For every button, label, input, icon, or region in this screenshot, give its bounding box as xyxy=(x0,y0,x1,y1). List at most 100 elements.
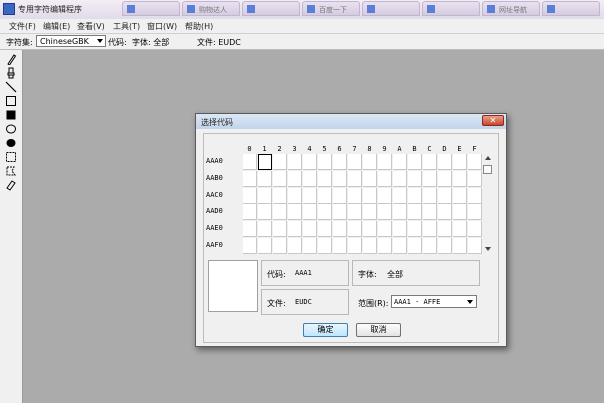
grid-cell[interactable] xyxy=(303,221,317,238)
menu-help[interactable]: 帮助(H) xyxy=(185,21,213,32)
grid-cell[interactable] xyxy=(393,187,407,204)
grid-cell[interactable] xyxy=(318,154,332,170)
grid-cell[interactable] xyxy=(438,154,452,170)
grid-cell[interactable] xyxy=(363,187,377,204)
grid-cell[interactable] xyxy=(318,221,332,238)
grid-cell[interactable] xyxy=(348,238,362,254)
grid-cell[interactable] xyxy=(423,221,437,238)
brush-icon[interactable] xyxy=(5,67,17,79)
grid-cell[interactable] xyxy=(438,170,452,187)
grid-cell[interactable] xyxy=(303,238,317,254)
grid-cell[interactable] xyxy=(438,187,452,204)
grid-cell[interactable] xyxy=(288,187,302,204)
taskbar-tab[interactable] xyxy=(422,1,480,16)
close-button[interactable]: ✕ xyxy=(482,115,504,126)
grid-cell[interactable] xyxy=(243,187,257,204)
grid-cell[interactable] xyxy=(363,154,377,170)
grid-cell[interactable] xyxy=(348,221,362,238)
grid-cell[interactable] xyxy=(438,204,452,221)
grid-cell[interactable] xyxy=(243,238,257,254)
freeform-select-icon[interactable] xyxy=(5,165,17,177)
grid-cell[interactable] xyxy=(423,238,437,254)
taskbar-tab[interactable] xyxy=(242,1,300,16)
grid-cell[interactable] xyxy=(243,154,257,170)
taskbar-tab[interactable]: 网址导航 xyxy=(482,1,540,16)
grid-cell[interactable] xyxy=(258,238,272,254)
grid-cell[interactable] xyxy=(288,170,302,187)
grid-cell[interactable] xyxy=(303,170,317,187)
menu-file[interactable]: 文件(F) xyxy=(9,21,36,32)
grid-cell[interactable] xyxy=(273,154,287,170)
grid-cell[interactable] xyxy=(468,154,482,170)
grid-cell[interactable] xyxy=(318,204,332,221)
pencil-icon[interactable] xyxy=(5,53,17,65)
grid-cell[interactable] xyxy=(258,170,272,187)
grid-cell[interactable] xyxy=(288,154,302,170)
grid-cell[interactable] xyxy=(288,238,302,254)
grid-cell[interactable] xyxy=(408,238,422,254)
grid-cell[interactable] xyxy=(453,170,467,187)
grid-cell[interactable] xyxy=(363,204,377,221)
grid-cell[interactable] xyxy=(273,170,287,187)
grid-cell[interactable] xyxy=(408,154,422,170)
grid-cell[interactable] xyxy=(393,238,407,254)
grid-cell[interactable] xyxy=(243,204,257,221)
scroll-thumb[interactable] xyxy=(483,165,492,174)
hollow-rectangle-icon[interactable] xyxy=(5,95,17,107)
taskbar-tab[interactable]: 购物达人 xyxy=(182,1,240,16)
grid-cell[interactable] xyxy=(243,170,257,187)
grid-cell[interactable] xyxy=(453,204,467,221)
grid-cell[interactable] xyxy=(303,154,317,170)
rect-select-icon[interactable] xyxy=(5,151,17,163)
filled-rectangle-icon[interactable] xyxy=(5,109,17,121)
grid-cell[interactable] xyxy=(408,170,422,187)
taskbar-tab[interactable] xyxy=(542,1,600,16)
taskbar-tab[interactable]: 百度一下 xyxy=(302,1,360,16)
grid-cell[interactable] xyxy=(363,170,377,187)
grid-cell[interactable] xyxy=(408,187,422,204)
grid-cell[interactable] xyxy=(333,154,347,170)
charset-select[interactable]: ChineseGBK xyxy=(36,35,106,47)
taskbar-tab[interactable] xyxy=(362,1,420,16)
grid-cell[interactable] xyxy=(468,221,482,238)
grid-cell[interactable] xyxy=(378,170,392,187)
grid-cell[interactable] xyxy=(348,187,362,204)
line-icon[interactable] xyxy=(5,81,17,93)
grid-cell[interactable] xyxy=(273,221,287,238)
grid-cell[interactable] xyxy=(348,170,362,187)
grid-cell[interactable] xyxy=(423,170,437,187)
grid-scrollbar[interactable] xyxy=(482,154,494,251)
grid-cell[interactable] xyxy=(258,221,272,238)
grid-cell[interactable] xyxy=(453,187,467,204)
filled-ellipse-icon[interactable] xyxy=(5,137,17,149)
grid-cell[interactable] xyxy=(348,204,362,221)
grid-cell[interactable] xyxy=(378,154,392,170)
grid-cell[interactable] xyxy=(303,187,317,204)
scroll-down-icon[interactable] xyxy=(485,247,491,251)
grid-cell[interactable] xyxy=(393,221,407,238)
taskbar-tab[interactable] xyxy=(122,1,180,16)
grid-cell[interactable] xyxy=(438,238,452,254)
grid-cell[interactable] xyxy=(378,204,392,221)
grid-cell[interactable] xyxy=(393,170,407,187)
grid-cell[interactable] xyxy=(243,221,257,238)
menu-edit[interactable]: 编辑(E) xyxy=(43,21,70,32)
grid-cell[interactable] xyxy=(333,170,347,187)
grid-cell[interactable] xyxy=(408,204,422,221)
grid-cell[interactable] xyxy=(288,221,302,238)
grid-cell[interactable] xyxy=(348,154,362,170)
ok-button[interactable]: 确定 xyxy=(303,323,348,337)
grid-cell[interactable] xyxy=(258,204,272,221)
grid-cell[interactable] xyxy=(273,204,287,221)
grid-cell[interactable] xyxy=(468,187,482,204)
grid-cell[interactable] xyxy=(378,221,392,238)
menu-view[interactable]: 查看(V) xyxy=(77,21,105,32)
hollow-ellipse-icon[interactable] xyxy=(5,123,17,135)
grid-cell[interactable] xyxy=(378,187,392,204)
grid-cell[interactable] xyxy=(288,204,302,221)
grid-cell[interactable] xyxy=(318,238,332,254)
grid-cell[interactable] xyxy=(453,221,467,238)
grid-cell[interactable] xyxy=(453,154,467,170)
grid-cell[interactable] xyxy=(378,238,392,254)
grid-cell-selected[interactable] xyxy=(258,154,272,170)
